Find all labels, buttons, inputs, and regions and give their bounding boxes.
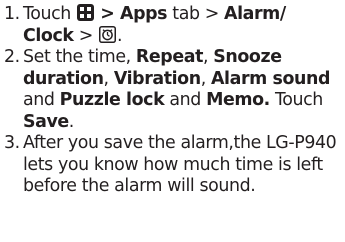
step-text: After you save the alarm,the LG-P940 let… (23, 133, 337, 196)
step-text: Touch (274, 90, 323, 110)
step-text: , (200, 68, 207, 89)
memo-label: Memo. (206, 90, 270, 110)
step-text: Touch (23, 4, 71, 24)
step-text: and (23, 90, 55, 110)
repeat-label: Repeat (135, 47, 203, 67)
step-text: . (117, 25, 123, 46)
vibration-label: Vibration (113, 68, 201, 89)
step-text: , (103, 68, 110, 89)
apps-grid-icon (77, 4, 95, 21)
alarm-sound-label: Alarm sound (211, 68, 331, 89)
save-label: Save (23, 111, 69, 132)
step-text: , (203, 47, 209, 67)
instruction-list: 1. Touch > Apps tab > Alarm/ Clock > . 2… (4, 4, 342, 198)
step-1: 1. Touch > Apps tab > Alarm/ Clock > . (4, 4, 342, 47)
step-number: 2. (4, 47, 20, 67)
step-text: and (169, 90, 201, 110)
puzzle-lock-label: Puzzle lock (59, 90, 165, 110)
step-number: 1. (4, 4, 20, 24)
step-text: . (68, 111, 75, 132)
step-number: 3. (4, 133, 20, 153)
alarm-clock-icon (99, 25, 116, 43)
step-text: Set the time, (23, 47, 131, 67)
step-2: 2. Set the time, Repeat, Snooze duration… (4, 47, 342, 133)
step-3: 3. After you save the alarm,the LG-P940 … (4, 133, 342, 198)
step-text: tab > (172, 4, 219, 24)
apps-tab-label: > Apps (100, 4, 168, 24)
separator: > (78, 25, 94, 46)
